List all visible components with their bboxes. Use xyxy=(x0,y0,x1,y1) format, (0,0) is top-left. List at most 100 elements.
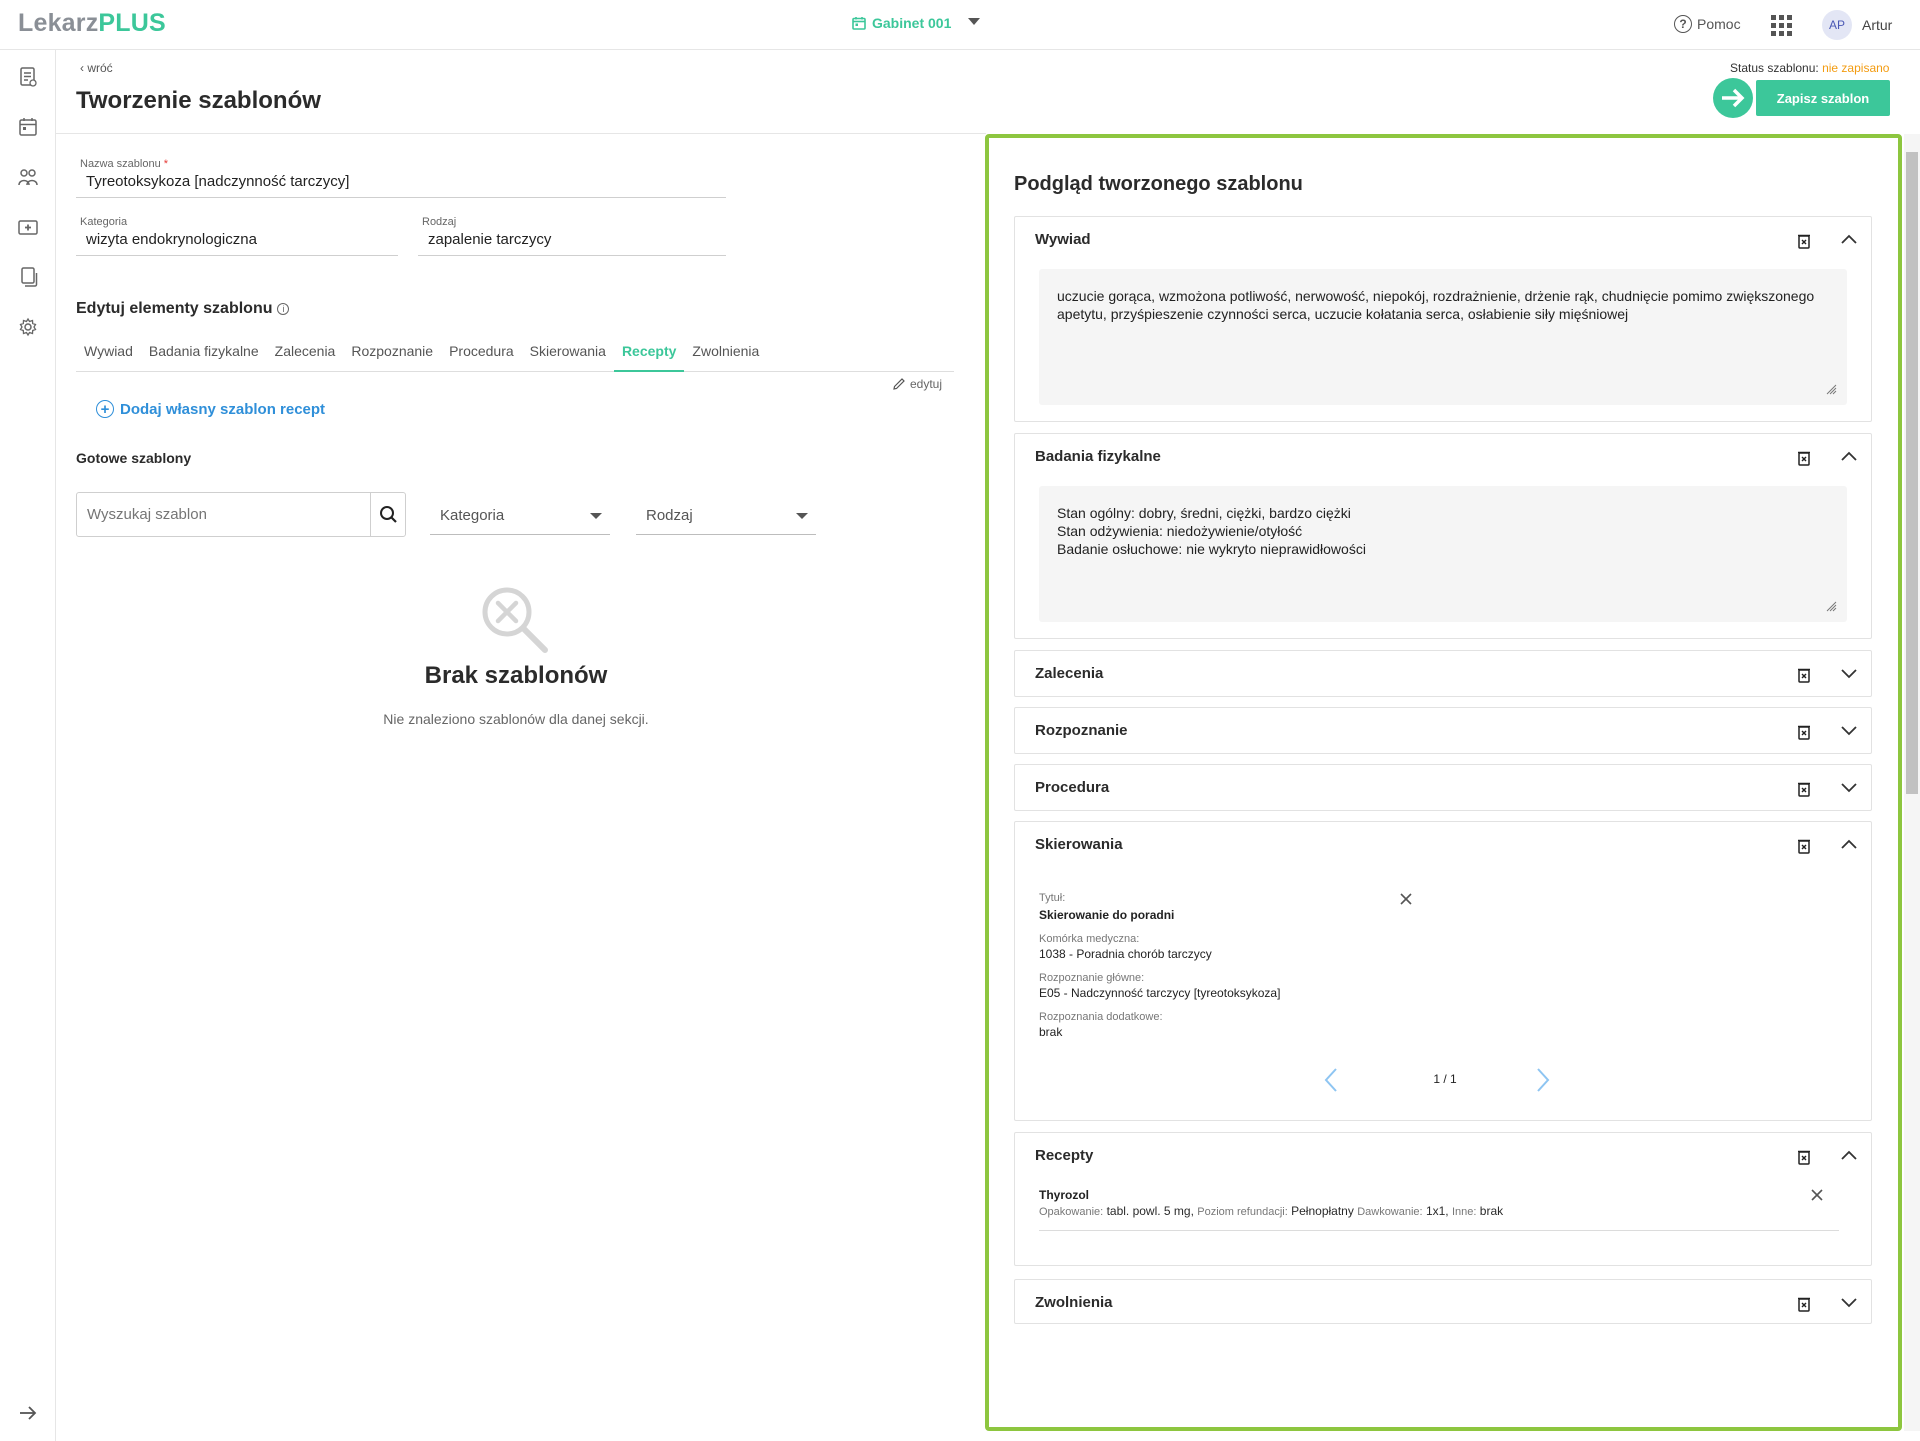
clear-section-icon[interactable] xyxy=(1797,838,1811,854)
chevron-down-icon[interactable] xyxy=(968,18,980,25)
avatar[interactable]: AP xyxy=(1822,10,1852,40)
ready-templates-label: Gotowe szablony xyxy=(76,450,192,466)
chevron-down-icon[interactable] xyxy=(1839,1294,1859,1310)
section-title[interactable]: Wywiad xyxy=(1035,231,1091,248)
help-label: Pomoc xyxy=(1697,16,1741,32)
clear-section-icon[interactable] xyxy=(1797,450,1811,466)
section-recepty: Recepty Thyrozol Opakowanie: tabl. powl.… xyxy=(1014,1132,1872,1266)
clear-section-icon[interactable] xyxy=(1797,667,1811,683)
referral-title-label: Tytuł: xyxy=(1039,892,1066,904)
caret-down-icon xyxy=(796,513,808,519)
tab-skierowania[interactable]: Skierowania xyxy=(522,336,614,372)
clear-section-icon[interactable] xyxy=(1797,233,1811,249)
chevron-down-icon[interactable] xyxy=(1839,779,1859,795)
type-dropdown[interactable]: Rodzaj xyxy=(636,495,816,535)
calendar-icon xyxy=(852,17,866,30)
chevron-right-icon[interactable] xyxy=(1535,1067,1551,1093)
medical-case-icon[interactable] xyxy=(17,216,39,238)
section-title[interactable]: Recepty xyxy=(1035,1147,1093,1164)
name-field[interactable]: Tyreotoksykoza [nadczynność tarczycy] xyxy=(86,173,349,190)
drug-details: Opakowanie: tabl. powl. 5 mg, Poziom ref… xyxy=(1039,1204,1504,1218)
help-icon: ? xyxy=(1674,15,1692,33)
status-value: nie zapisano xyxy=(1822,61,1890,75)
section-zwolnienia: Zwolnienia xyxy=(1014,1279,1872,1324)
close-icon[interactable] xyxy=(1399,892,1413,906)
copy-icon[interactable] xyxy=(17,266,39,288)
clear-section-icon[interactable] xyxy=(1797,1296,1811,1312)
editor-tabs: Wywiad Badania fizykalne Zalecenia Rozpo… xyxy=(76,336,954,372)
arrow-right-icon[interactable] xyxy=(17,1402,39,1424)
referral-unit-value: 1038 - Poradnia chorób tarczycy xyxy=(1039,947,1212,961)
user-name[interactable]: Artur xyxy=(1862,17,1892,33)
tab-recepty[interactable]: Recepty xyxy=(613,336,685,372)
referral-unit-label: Komórka medyczna: xyxy=(1039,933,1140,945)
preview-title: Podgląd tworzonego szablonu xyxy=(1014,173,1303,195)
top-bar: LekarzPLUS Gabinet 001 ? Pomoc AP Artur xyxy=(0,0,1920,50)
section-badania-fizykalne: Badania fizykalne Stan ogólny: dobry, śr… xyxy=(1014,433,1872,639)
badania-textarea[interactable]: Stan ogólny: dobry, średni, ciężki, bard… xyxy=(1039,486,1847,622)
editor-title: Edytuj elementy szablonu i xyxy=(76,300,290,318)
tab-zwolnienia[interactable]: Zwolnienia xyxy=(684,336,767,372)
pager-label: 1 / 1 xyxy=(1433,1072,1457,1086)
clear-section-icon[interactable] xyxy=(1797,724,1811,740)
help-link[interactable]: ? Pomoc xyxy=(1674,15,1741,33)
search-input[interactable] xyxy=(77,493,371,536)
office-selector[interactable]: Gabinet 001 xyxy=(852,15,951,31)
chevron-down-icon[interactable] xyxy=(1839,665,1859,681)
clear-section-icon[interactable] xyxy=(1797,1149,1811,1165)
patients-icon[interactable] xyxy=(17,166,39,188)
info-icon[interactable]: i xyxy=(277,303,290,315)
section-title[interactable]: Procedura xyxy=(1035,779,1109,796)
section-title[interactable]: Badania fizykalne xyxy=(1035,448,1161,465)
drug-name: Thyrozol xyxy=(1039,1188,1089,1202)
empty-state-title: Brak szablonów xyxy=(424,662,608,689)
back-link[interactable]: ‹ wróć xyxy=(80,61,113,75)
app-logo[interactable]: LekarzPLUS xyxy=(18,9,166,38)
resize-handle-icon[interactable] xyxy=(1825,600,1837,612)
chevron-up-icon[interactable] xyxy=(1839,231,1859,247)
add-own-template-button[interactable]: + Dodaj własny szablon recept xyxy=(96,400,325,418)
tab-badania-fizykalne[interactable]: Badania fizykalne xyxy=(141,336,267,372)
section-rozpoznanie: Rozpoznanie xyxy=(1014,707,1872,754)
search-button[interactable] xyxy=(370,493,405,536)
section-title[interactable]: Skierowania xyxy=(1035,836,1123,853)
document-icon[interactable] xyxy=(17,66,39,88)
chevron-up-icon[interactable] xyxy=(1839,1147,1859,1163)
tab-wywiad[interactable]: Wywiad xyxy=(76,336,141,372)
empty-state-description: Nie znaleziono szablonów dla danej sekcj… xyxy=(383,711,649,727)
chevron-up-icon[interactable] xyxy=(1839,836,1859,852)
settings-icon[interactable] xyxy=(17,316,39,338)
resize-handle-icon[interactable] xyxy=(1825,383,1837,395)
referral-title-value: Skierowanie do poradni xyxy=(1039,908,1175,922)
chevron-down-icon[interactable] xyxy=(1839,722,1859,738)
category-field[interactable]: wizyta endokrynologiczna xyxy=(86,231,257,248)
tab-procedura[interactable]: Procedura xyxy=(441,336,522,372)
clear-section-icon[interactable] xyxy=(1797,781,1811,797)
section-title[interactable]: Zwolnienia xyxy=(1035,1294,1113,1311)
section-wywiad: Wywiad uczucie gorąca, wzmożona potliwoś… xyxy=(1014,216,1872,422)
save-template-button[interactable]: Zapisz szablon xyxy=(1756,80,1890,116)
section-title[interactable]: Zalecenia xyxy=(1035,665,1103,682)
type-field[interactable]: zapalenie tarczycy xyxy=(428,231,551,248)
apps-grid-icon[interactable] xyxy=(1771,15,1792,36)
type-label: Rodzaj xyxy=(422,216,457,228)
sidebar xyxy=(0,50,56,1441)
category-field-underline xyxy=(76,255,398,256)
arrow-right-circle-icon xyxy=(1713,78,1753,118)
tab-rozpoznanie[interactable]: Rozpoznanie xyxy=(343,336,441,372)
category-dropdown[interactable]: Kategoria xyxy=(430,495,610,535)
wywiad-textarea[interactable]: uczucie gorąca, wzmożona potliwość, nerw… xyxy=(1039,269,1847,405)
referral-extra-value: brak xyxy=(1039,1025,1063,1039)
search-box xyxy=(76,492,406,537)
category-label: Kategoria xyxy=(80,216,128,228)
section-title[interactable]: Rozpoznanie xyxy=(1035,722,1128,739)
office-label: Gabinet 001 xyxy=(872,15,952,31)
scrollbar-thumb[interactable] xyxy=(1906,152,1918,794)
calendar-icon[interactable] xyxy=(17,116,39,138)
close-icon[interactable] xyxy=(1810,1188,1824,1202)
tab-zalecenia[interactable]: Zalecenia xyxy=(267,336,344,372)
edit-link[interactable]: edytuj xyxy=(892,377,942,391)
divider xyxy=(1039,1230,1839,1231)
chevron-left-icon[interactable] xyxy=(1323,1067,1339,1093)
chevron-up-icon[interactable] xyxy=(1839,448,1859,464)
